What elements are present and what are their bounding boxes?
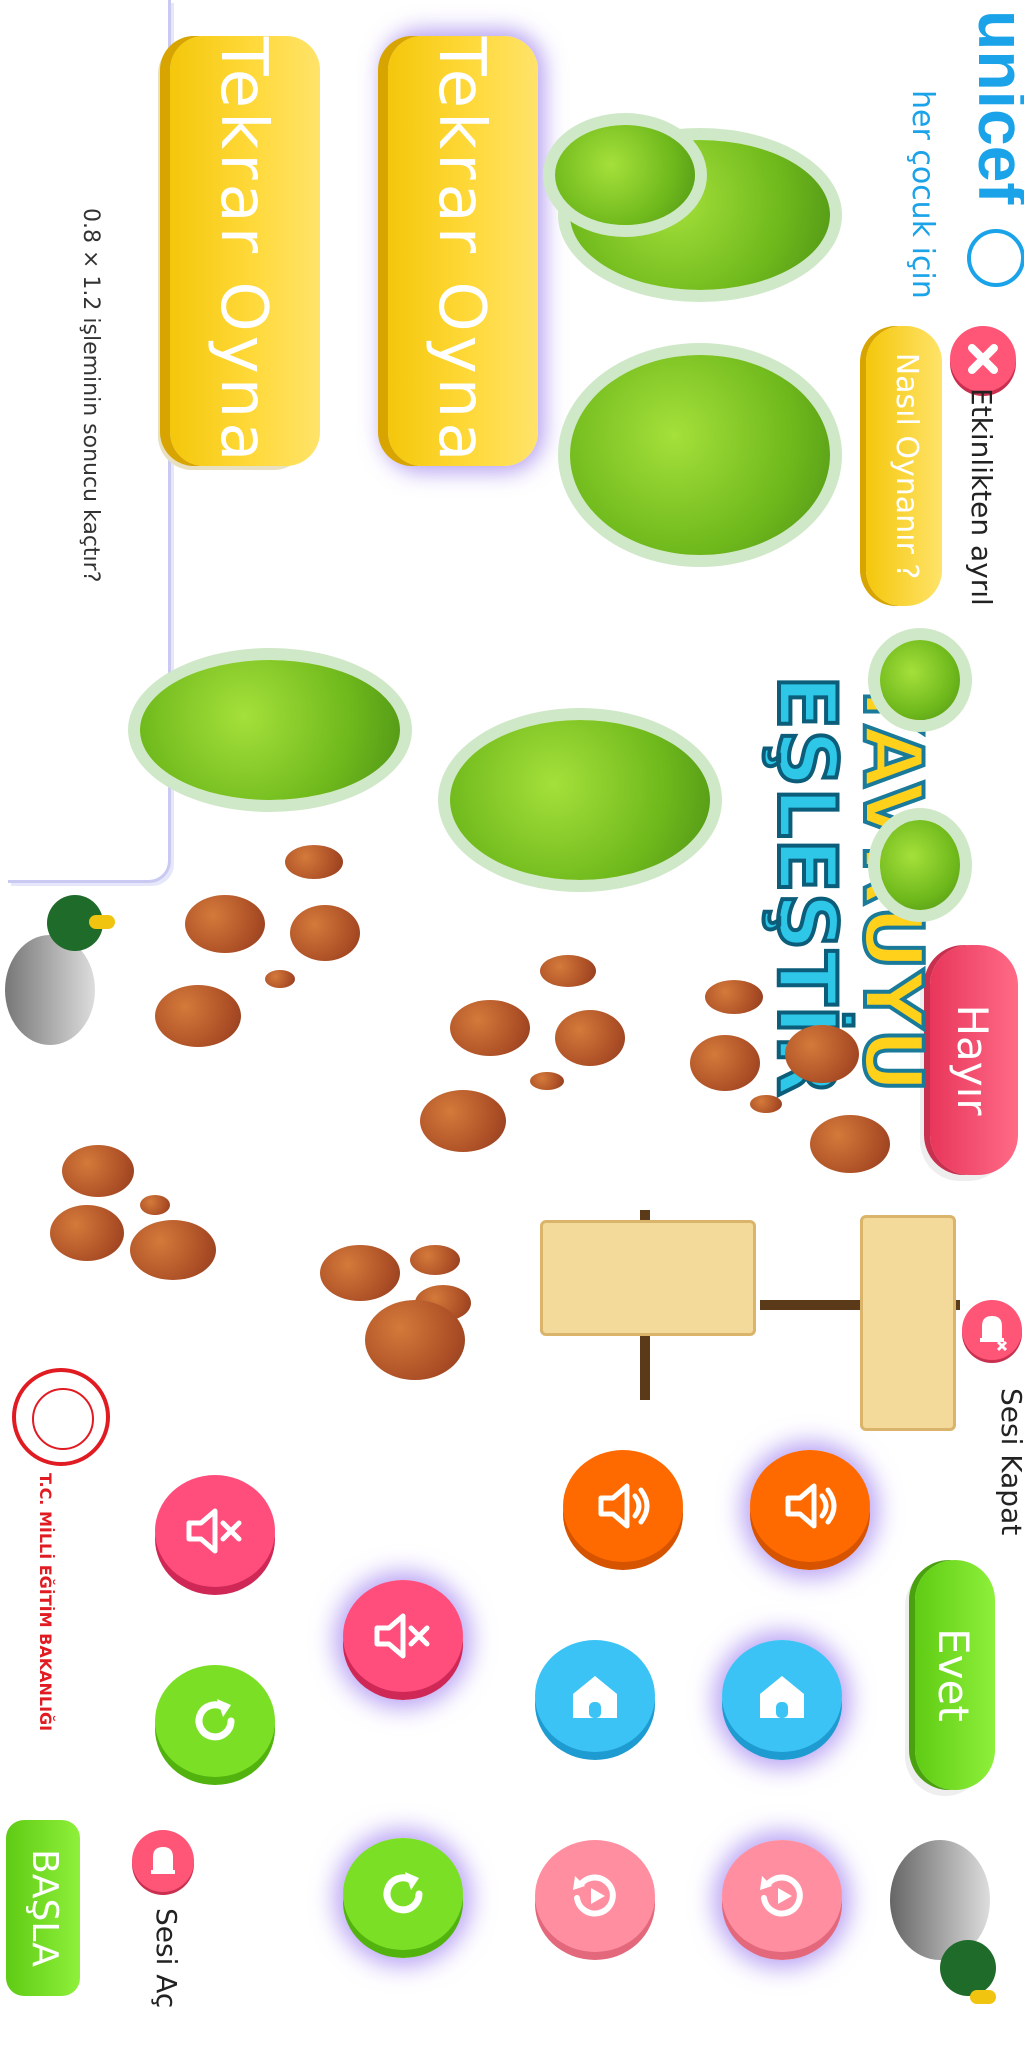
stone-sprite — [130, 1220, 216, 1280]
exit-label: Etkinlikten ayrıl — [965, 388, 998, 606]
mute-button-highlighted[interactable] — [343, 1580, 463, 1700]
stone-sprite — [705, 980, 763, 1014]
mute-icon — [374, 1613, 430, 1659]
island-sprite — [555, 125, 695, 225]
play-again-button[interactable]: Tekrar Oyna — [170, 36, 320, 466]
stone-sprite — [450, 1000, 530, 1056]
sound-off-button[interactable] — [962, 1300, 1022, 1360]
stone-sprite — [750, 1095, 782, 1113]
close-icon — [968, 344, 998, 374]
yes-button[interactable]: Evet — [915, 1560, 995, 1790]
stone-sprite — [320, 1245, 400, 1301]
question-text: 0.8 × 1.2 işleminin sonucu kaçtır? — [78, 208, 103, 583]
how-to-play-button[interactable]: Nasıl Oynanır ? — [866, 326, 942, 606]
mute-button[interactable] — [155, 1475, 275, 1595]
stone-sprite — [285, 845, 343, 879]
play-again-label: Tekrar Oyna — [424, 36, 498, 466]
stone-sprite — [690, 1035, 760, 1091]
stone-sprite — [140, 1195, 170, 1215]
stone-sprite — [365, 1300, 465, 1380]
unicef-logo: unicef — [960, 10, 1024, 310]
stone-sprite — [810, 1115, 890, 1173]
stone-sprite — [555, 1010, 625, 1066]
stone-sprite — [410, 1245, 460, 1275]
how-to-play-label: Nasıl Oynanır ? — [889, 352, 924, 580]
start-button[interactable]: BAŞLA — [6, 1820, 80, 1996]
replay-icon — [573, 1874, 616, 1917]
sound-button-highlighted[interactable] — [750, 1450, 870, 1570]
sound-on-label: Sesi Aç — [150, 1908, 183, 2009]
bell-icon — [151, 1847, 175, 1874]
wooden-sign-sprite — [860, 1215, 956, 1431]
duck-sprite — [5, 895, 115, 1045]
refresh-icon — [383, 1872, 423, 1914]
home-icon — [760, 1676, 804, 1718]
stone-sprite — [540, 955, 596, 987]
ministry-seal-icon — [12, 1368, 110, 1466]
stone-sprite — [785, 1025, 859, 1083]
start-label: BAŞLA — [24, 1849, 65, 1967]
stone-sprite — [185, 895, 265, 953]
mute-icon — [186, 1508, 242, 1554]
home-icon — [573, 1676, 617, 1718]
no-button[interactable]: Hayır — [930, 945, 1018, 1175]
yes-label: Evet — [929, 1628, 978, 1722]
stone-sprite — [155, 985, 241, 1047]
sound-on-button[interactable] — [132, 1830, 194, 1892]
duck-sprite — [880, 1820, 1020, 2004]
play-again-label: Tekrar Oyna — [206, 36, 280, 466]
refresh-button[interactable] — [155, 1665, 275, 1785]
replay-icon — [760, 1874, 803, 1917]
stone-sprite — [62, 1145, 134, 1197]
unicef-globe-icon — [967, 228, 1024, 287]
stone-sprite — [420, 1090, 506, 1152]
home-button[interactable] — [535, 1640, 655, 1760]
refresh-icon — [195, 1699, 235, 1741]
sound-button[interactable] — [563, 1450, 683, 1570]
no-label: Hayır — [948, 1004, 997, 1116]
play-again-button-highlighted[interactable]: Tekrar Oyna — [388, 36, 538, 466]
title-line-2: EŞLEŞTİR — [758, 673, 855, 1098]
island-sprite — [880, 640, 960, 720]
bell-icon — [980, 1316, 1008, 1352]
exit-button[interactable] — [950, 326, 1016, 392]
speaker-icon — [598, 1483, 650, 1529]
wooden-sign-sprite — [540, 1210, 760, 1400]
speaker-icon — [785, 1483, 837, 1529]
island-sprite — [880, 820, 960, 910]
home-button-highlighted[interactable] — [722, 1640, 842, 1760]
ministry-name: T.C. MİLLİ EĞİTİM BAKANLIĞI — [36, 1473, 55, 1732]
island-sprite — [140, 660, 400, 800]
refresh-button-highlighted[interactable] — [343, 1838, 463, 1958]
stone-sprite — [530, 1072, 564, 1090]
sound-off-label: Sesi Kapat — [995, 1388, 1024, 1536]
unicef-wordmark: unicef — [965, 10, 1024, 205]
stone-sprite — [290, 905, 360, 961]
island-sprite — [570, 355, 830, 555]
replay-button-highlighted[interactable] — [722, 1840, 842, 1960]
stone-sprite — [265, 970, 295, 988]
unicef-tagline: her çocuk için — [905, 90, 940, 299]
island-sprite — [450, 720, 710, 880]
stone-sprite — [50, 1205, 124, 1261]
replay-button[interactable] — [535, 1840, 655, 1960]
